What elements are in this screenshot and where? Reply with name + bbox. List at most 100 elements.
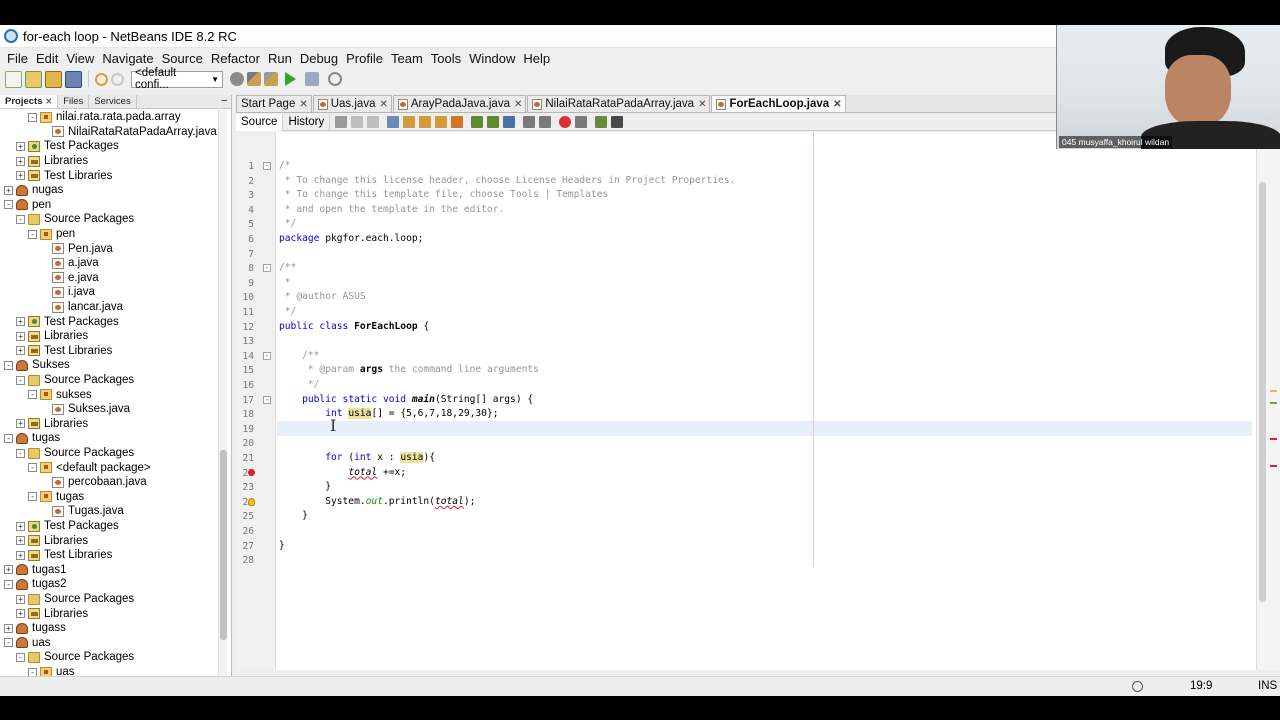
error-marker[interactable] [1270, 465, 1277, 467]
collapse-icon[interactable]: - [4, 200, 13, 210]
build-hammer-icon[interactable] [247, 72, 261, 86]
code-line[interactable]: /* [279, 159, 291, 174]
start-macro-icon[interactable] [559, 116, 572, 128]
tree-item[interactable]: + Test Libraries [16, 168, 112, 183]
warning-marker[interactable] [1270, 390, 1277, 392]
fold-toggle-icon[interactable]: - [263, 162, 271, 170]
tree-item[interactable]: e.java [40, 271, 99, 286]
code-line[interactable]: int usia[] = {5,6,7,18,29,30}; [279, 407, 499, 422]
tab-files[interactable]: Files [58, 95, 90, 108]
change-marker[interactable] [1270, 402, 1277, 404]
code-line[interactable]: /** [279, 261, 296, 276]
line-gutter[interactable]: 1-2345678-91011121314-151617-18192021222… [236, 132, 276, 670]
code-line[interactable]: public static void main(String[] args) { [279, 393, 533, 408]
tree-item[interactable]: - Source Packages [16, 373, 134, 388]
menu-help[interactable]: Help [519, 51, 554, 66]
code-line[interactable]: } [279, 539, 285, 554]
tree-item[interactable]: + Test Libraries [16, 548, 112, 563]
collapse-icon[interactable]: - [16, 214, 25, 224]
expand-icon[interactable]: + [16, 521, 25, 531]
tree-item[interactable]: Tugas.java [40, 504, 124, 519]
fold-toggle-icon[interactable]: - [263, 264, 271, 273]
expand-icon[interactable]: + [4, 565, 13, 575]
tree-item[interactable]: percobaan.java [40, 475, 147, 490]
find-previous-icon[interactable] [403, 116, 416, 128]
tree-item[interactable]: + nugas [4, 183, 63, 198]
expand-icon[interactable]: + [4, 623, 13, 633]
code-line[interactable]: * @author ASUS [279, 290, 366, 305]
scrollbar-thumb[interactable] [220, 450, 227, 640]
tab-source[interactable]: Source [236, 113, 284, 131]
menu-debug[interactable]: Debug [296, 51, 342, 66]
configuration-select[interactable]: <default confi... ▼ [131, 67, 223, 91]
expand-icon[interactable]: + [4, 185, 13, 195]
tab-history[interactable]: History [283, 113, 331, 131]
collapse-icon[interactable]: - [16, 652, 25, 662]
tree-item[interactable]: + Libraries [16, 533, 88, 548]
tree-item[interactable]: a.java [40, 256, 99, 271]
code-line[interactable]: */ [279, 378, 320, 393]
target-globe-icon[interactable] [230, 72, 244, 86]
editor-tab[interactable]: Uas.java ✕ [312, 95, 392, 112]
new-project-icon[interactable] [25, 70, 42, 88]
expand-icon[interactable]: + [16, 609, 25, 619]
tree-item[interactable]: Pen.java [40, 241, 113, 256]
find-icon[interactable] [387, 116, 400, 128]
code-line[interactable]: } [279, 480, 331, 495]
close-tab-icon[interactable]: ✕ [379, 99, 387, 110]
menu-file[interactable]: File [3, 51, 32, 66]
menu-profile[interactable]: Profile [342, 51, 387, 66]
find-next-icon[interactable] [419, 116, 432, 128]
code-line[interactable]: */ [279, 217, 297, 232]
uncomment-icon[interactable] [611, 116, 624, 128]
tree-item[interactable]: lancar.java [40, 300, 123, 315]
tree-item[interactable]: + Source Packages [16, 592, 134, 607]
code-line[interactable]: total +=x; [279, 466, 406, 481]
editor-tab[interactable]: Start Page ✕ [236, 95, 312, 112]
collapse-icon[interactable]: - [28, 492, 37, 502]
tree-item[interactable]: - pen [4, 198, 51, 213]
minimize-icon[interactable]: – [221, 95, 227, 106]
new-file-icon[interactable] [5, 70, 22, 88]
code-line[interactable]: public class ForEachLoop { [279, 320, 429, 335]
collapse-icon[interactable]: - [28, 229, 37, 239]
tree-scrollbar[interactable] [218, 110, 227, 696]
menu-view[interactable]: View [62, 51, 98, 66]
collapse-icon[interactable]: - [4, 360, 13, 370]
code-line[interactable]: /** [279, 349, 319, 364]
tree-item[interactable]: + tugas1 [4, 563, 67, 578]
expand-icon[interactable]: + [16, 346, 25, 356]
stop-macro-icon[interactable] [575, 116, 588, 128]
collapse-icon[interactable]: - [4, 638, 13, 648]
code-line[interactable]: * To change this license header, choose … [279, 174, 736, 189]
tree-item[interactable]: - Source Packages [16, 650, 134, 665]
collapse-icon[interactable]: - [28, 463, 37, 473]
close-tab-icon[interactable]: ✕ [299, 99, 307, 110]
editor-tab[interactable]: ArayPadaJava.java ✕ [392, 95, 527, 112]
notifications-icon[interactable] [1132, 681, 1143, 692]
tree-item[interactable]: Sukses.java [40, 402, 130, 417]
expand-icon[interactable]: + [16, 331, 25, 341]
tree-item[interactable]: + Libraries [16, 154, 88, 169]
tree-item[interactable]: - uas [4, 636, 51, 651]
menu-tools[interactable]: Tools [427, 51, 465, 66]
expand-icon[interactable]: + [16, 594, 25, 604]
code-line[interactable]: System.out.println(total); [279, 495, 475, 510]
clean-build-icon[interactable] [264, 72, 278, 86]
tree-item[interactable]: + Test Libraries [16, 344, 112, 359]
menu-source[interactable]: Source [158, 51, 207, 66]
code-line[interactable]: * [279, 276, 291, 291]
last-edit-icon[interactable] [335, 116, 348, 128]
error-icon[interactable] [248, 468, 255, 476]
collapse-icon[interactable]: - [28, 112, 37, 122]
menu-edit[interactable]: Edit [32, 51, 62, 66]
tree-item[interactable]: + Libraries [16, 417, 88, 432]
code-line[interactable]: * To change this template file, choose T… [279, 188, 608, 203]
menu-team[interactable]: Team [387, 51, 427, 66]
editor-scrollbar[interactable] [1259, 182, 1266, 602]
tree-item[interactable]: + tugass [4, 621, 66, 636]
undo-icon[interactable] [95, 72, 108, 86]
tree-item[interactable]: - tugas [4, 431, 60, 446]
back-icon[interactable] [351, 116, 364, 128]
insert-mode[interactable]: INS [1258, 680, 1277, 692]
